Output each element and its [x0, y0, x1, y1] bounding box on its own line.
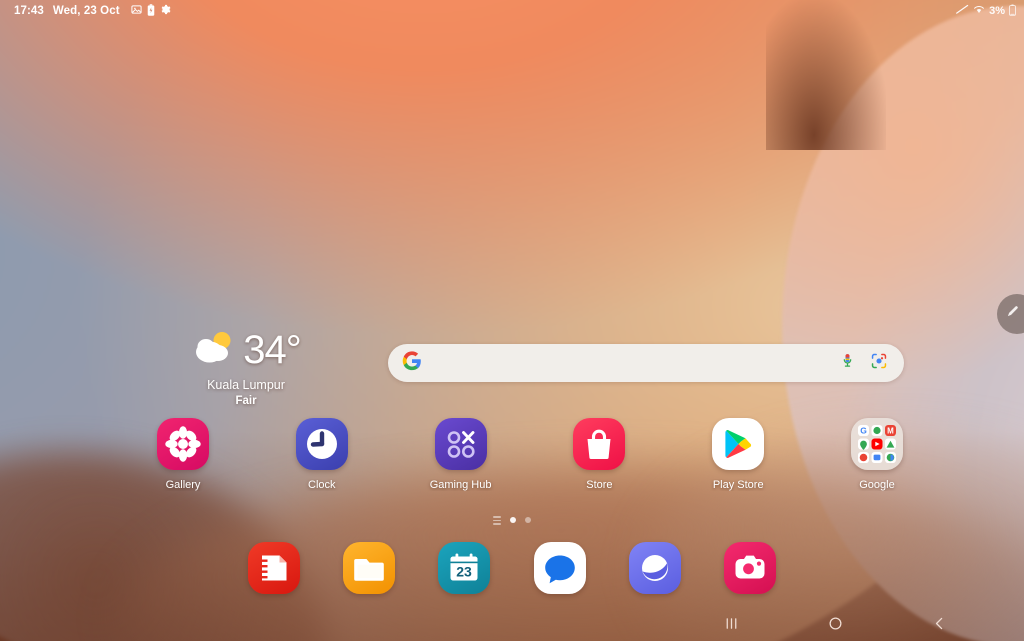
status-date: Wed, 23 Oct: [52, 5, 120, 17]
weather-city: Kuala Lumpur: [207, 378, 285, 392]
app-play-store[interactable]: Play Store: [695, 418, 781, 491]
app-label: Play Store: [712, 479, 764, 491]
camera-icon[interactable]: [723, 542, 776, 594]
microphone-icon[interactable]: [839, 352, 856, 374]
calendar-day-number: 23: [457, 564, 473, 580]
pen-icon: [1004, 303, 1021, 325]
app-label: Store: [586, 479, 613, 491]
app-grid: Gallery Clock Gaming Hub Store Play Stor…: [140, 418, 920, 491]
app-clock[interactable]: Clock: [279, 418, 365, 491]
battery-percent-label: 3%: [989, 5, 1005, 17]
battery-saver-icon: [147, 3, 155, 19]
google-g-icon: [402, 350, 422, 376]
gear-icon: [160, 4, 171, 18]
app-gaming-hub[interactable]: Gaming Hub: [418, 418, 504, 491]
weather-widget[interactable]: 34° Kuala Lumpur Fair: [170, 328, 322, 407]
calendar-icon[interactable]: 23: [438, 542, 491, 594]
app-folder-google[interactable]: G M Google: [834, 418, 920, 491]
samsung-notes-icon[interactable]: [248, 542, 300, 594]
app-label: Gaming Hub: [429, 479, 492, 491]
signal-icon: [956, 4, 969, 18]
google-folder-icon[interactable]: G M: [850, 418, 903, 470]
internet-browser-icon[interactable]: [628, 542, 681, 594]
sun-behind-cloud-icon: [191, 328, 239, 371]
page-list-icon[interactable]: [493, 516, 501, 525]
app-label: Clock: [308, 479, 336, 491]
app-label: Gallery: [165, 479, 201, 491]
app-label: Google: [859, 479, 895, 491]
clock-icon[interactable]: [295, 418, 348, 470]
status-time: 17:43: [14, 5, 44, 17]
galaxy-store-icon[interactable]: [573, 418, 626, 470]
status-bar-left[interactable]: 17:43 Wed, 23 Oct: [14, 3, 171, 19]
back-icon[interactable]: [926, 610, 952, 636]
app-store[interactable]: Store: [556, 418, 642, 491]
google-lens-icon[interactable]: [870, 352, 888, 375]
app-gallery[interactable]: Gallery: [140, 418, 226, 491]
wallpaper-shadow-top: [766, 0, 886, 150]
dock: 23: [248, 542, 776, 594]
battery-icon: [1009, 3, 1016, 19]
home-icon[interactable]: [822, 610, 848, 636]
weather-primary-row: 34°: [170, 328, 322, 371]
status-bar-right[interactable]: 3%: [956, 3, 1016, 19]
wifi-icon: [973, 4, 985, 18]
navigation-bar[interactable]: [0, 605, 1024, 641]
status-notification-icons[interactable]: [131, 3, 171, 19]
page-indicator[interactable]: [0, 516, 1024, 525]
search-actions[interactable]: [839, 352, 888, 375]
recents-icon[interactable]: [718, 610, 744, 636]
search-input[interactable]: [422, 344, 839, 382]
play-store-icon[interactable]: [712, 418, 765, 470]
image-icon: [131, 4, 142, 18]
my-files-icon[interactable]: [343, 542, 396, 594]
status-bar[interactable]: 17:43 Wed, 23 Oct 3%: [0, 0, 1024, 22]
svg-text:G: G: [860, 425, 867, 435]
google-search-bar[interactable]: [388, 344, 904, 382]
gaming-hub-icon[interactable]: [434, 418, 487, 470]
page-dot-active[interactable]: [510, 517, 516, 524]
gallery-icon[interactable]: [157, 418, 209, 470]
weather-temperature: 34°: [243, 327, 301, 372]
messages-icon[interactable]: [533, 542, 586, 594]
page-dot[interactable]: [525, 517, 531, 524]
svg-text:M: M: [887, 426, 894, 435]
weather-condition: Fair: [235, 395, 257, 407]
